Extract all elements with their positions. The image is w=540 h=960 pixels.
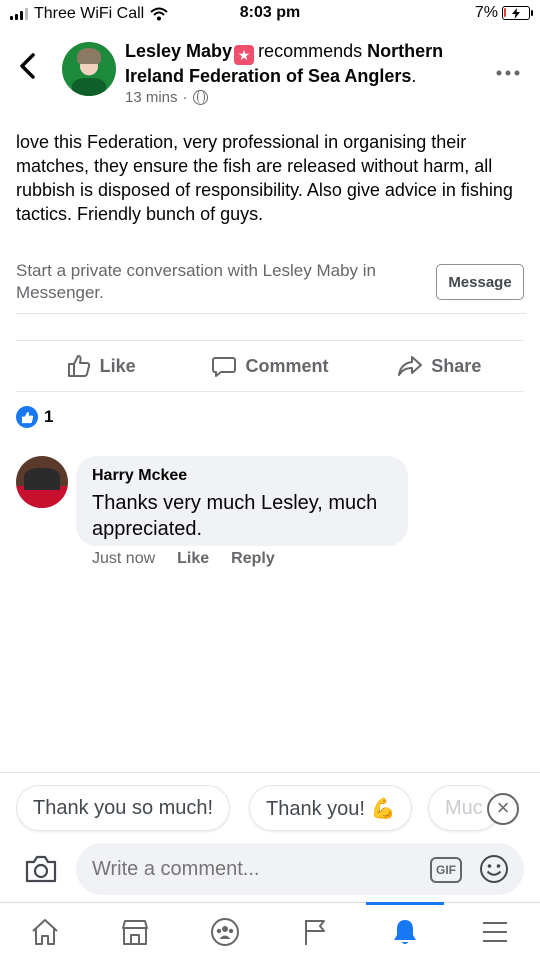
close-icon[interactable]: × <box>487 793 519 825</box>
comment-composer: GIF <box>0 843 540 897</box>
recommendation-star-icon: ★ <box>234 45 255 65</box>
battery-level <box>504 8 506 17</box>
nav-groups[interactable] <box>180 903 270 960</box>
post-headline: Lesley Maby ★ recommends Northern Ireland … <box>125 40 485 88</box>
comment-like-button[interactable]: Like <box>177 550 209 568</box>
home-icon <box>32 918 58 945</box>
post-header: Lesley Maby ★ recommends Northern Ireland … <box>0 38 540 114</box>
comment-label: Comment <box>245 355 329 376</box>
nav-marketplace[interactable] <box>90 903 180 960</box>
menu-icon <box>483 921 507 942</box>
share-button[interactable]: Share <box>355 341 524 391</box>
thumbs-up-icon <box>21 411 33 423</box>
messenger-prompt: Start a private conversation with Lesley… <box>16 261 377 302</box>
battery-percent: 7% <box>474 4 498 21</box>
charging-icon <box>512 7 520 19</box>
comment-icon <box>212 357 237 377</box>
flag-icon <box>305 919 325 945</box>
like-reaction-icon <box>16 406 38 428</box>
chevron-left-icon <box>20 53 35 79</box>
share-icon <box>398 356 423 376</box>
globe-icon <box>192 90 208 105</box>
message-button[interactable]: Message <box>436 264 524 300</box>
recommends-text: recommends <box>258 41 363 61</box>
like-button[interactable]: Like <box>16 341 185 391</box>
status-bar: Three WiFi Call 8:03 pm 7% <box>0 0 540 30</box>
nav-home[interactable] <box>0 903 90 960</box>
ellipsis-icon <box>496 70 520 76</box>
page-name-suffix: . <box>411 66 417 86</box>
status-time: 8:03 pm <box>239 4 301 21</box>
quick-replies: Thank you so much! Thank you! 💪 Muc × <box>16 785 540 833</box>
thumbs-up-icon <box>67 355 90 377</box>
post-body: love this Federation, very professional … <box>16 132 513 224</box>
reaction-count: 1 <box>44 407 54 426</box>
nav-menu[interactable] <box>450 903 540 960</box>
comment-meta: Just now Like Reply <box>92 550 275 568</box>
meta-separator: · <box>182 89 188 106</box>
nav-pages[interactable] <box>270 903 360 960</box>
share-label: Share <box>431 355 482 376</box>
comment-input-wrapper: GIF <box>76 843 524 895</box>
battery-icon <box>502 6 533 20</box>
reaction-summary[interactable]: 1 <box>16 406 53 428</box>
commenter-avatar[interactable] <box>16 456 68 508</box>
author-name[interactable]: Lesley Maby <box>125 41 232 61</box>
post-meta: 13 mins · <box>125 89 208 106</box>
like-label: Like <box>99 355 136 376</box>
comment-input[interactable] <box>92 853 422 885</box>
nav-notifications[interactable] <box>360 902 450 960</box>
post-timestamp[interactable]: 13 mins <box>125 89 178 106</box>
gif-button[interactable]: GIF <box>430 857 462 883</box>
marketplace-icon <box>122 919 148 945</box>
camera-icon[interactable] <box>24 853 58 885</box>
quick-reply-chip[interactable]: Thank you! 💪 <box>249 785 413 831</box>
messenger-row: Start a private conversation with Lesley… <box>16 258 526 314</box>
comment-time: Just now <box>92 550 156 567</box>
status-right: 7% <box>474 4 533 22</box>
groups-icon <box>211 917 239 946</box>
bell-icon <box>394 919 416 944</box>
comment-reply-button[interactable]: Reply <box>231 550 275 568</box>
emoji-icon[interactable] <box>478 853 510 885</box>
more-options-button[interactable] <box>496 56 520 82</box>
comment-text: Thanks very much Lesley, much appreciate… <box>92 492 378 540</box>
comment-button[interactable]: Comment <box>185 341 354 391</box>
comment-author[interactable]: Harry Mckee <box>92 466 392 486</box>
bottom-nav <box>0 902 540 960</box>
post-actions: Like Comment Share <box>16 340 524 392</box>
back-button[interactable] <box>18 52 46 84</box>
comment-bubble: Harry Mckee Thanks very much Lesley, muc… <box>76 456 408 546</box>
author-avatar[interactable] <box>62 42 116 96</box>
quick-reply-chip[interactable]: Thank you so much! <box>16 785 231 831</box>
comment-composer-area: Thank you so much! Thank you! 💪 Muc × GI… <box>0 772 540 902</box>
